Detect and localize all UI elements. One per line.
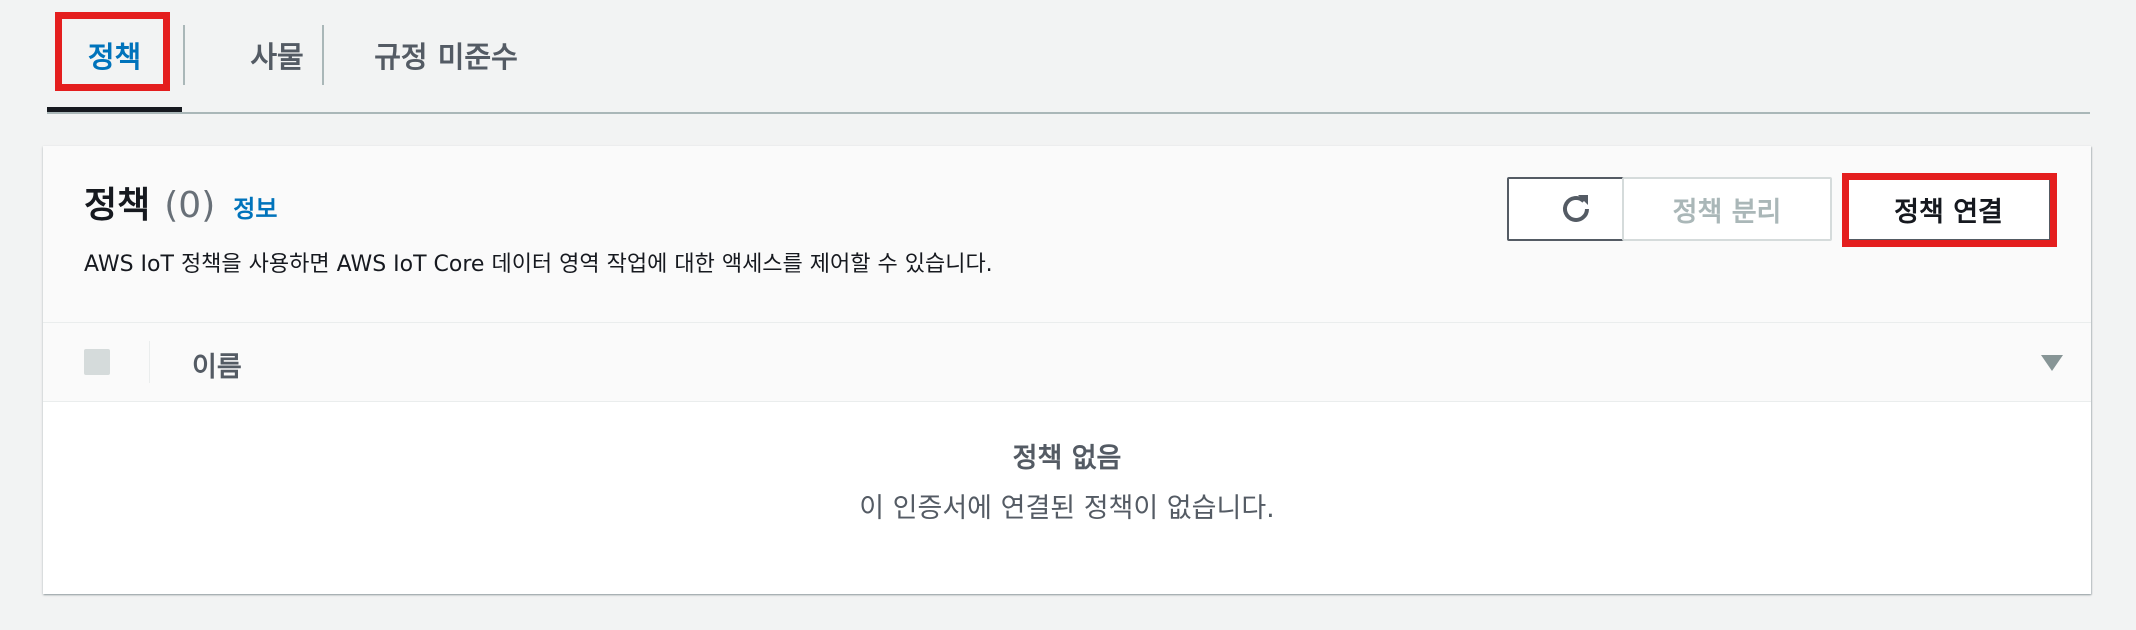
empty-state-title: 정책 없음 xyxy=(1012,443,1122,474)
tab-noncompliance[interactable]: 규정 미준수 xyxy=(324,0,568,110)
attach-policy-button[interactable]: 정책 연결 xyxy=(1846,177,2051,241)
tab-policies-label: 정책 xyxy=(87,40,142,74)
detach-policy-button[interactable]: 정책 분리 xyxy=(1622,177,1832,241)
panel-title-group: 정책 (0) 정보 xyxy=(84,176,277,228)
empty-state-description: 이 인증서에 연결된 정책이 없습니다. xyxy=(859,493,1275,524)
tab-things-label: 사물 xyxy=(250,40,304,74)
info-link[interactable]: 정보 xyxy=(233,189,277,224)
tab-active-indicator xyxy=(47,107,182,112)
tab-bar: 정책 사물 규정 미준수 xyxy=(47,0,2090,114)
column-header-name[interactable]: 이름 xyxy=(192,345,242,384)
panel-description: AWS IoT 정책을 사용하면 AWS IoT Core 데이터 영역 작업에… xyxy=(84,252,993,277)
table-header: 이름 xyxy=(43,323,2091,402)
refresh-icon xyxy=(1563,195,1589,222)
select-all-checkbox[interactable] xyxy=(84,349,110,375)
panel-title: 정책 xyxy=(84,185,151,226)
tab-policies[interactable]: 정책 xyxy=(47,0,182,112)
tab-noncompliance-label: 규정 미준수 xyxy=(374,40,518,74)
column-divider xyxy=(149,341,150,383)
policy-count: (0) xyxy=(164,185,216,226)
policies-panel: 정책 (0) 정보 AWS IoT 정책을 사용하면 AWS IoT Core … xyxy=(43,146,2091,594)
sort-down-icon[interactable] xyxy=(2041,355,2063,371)
panel-header: 정책 (0) 정보 AWS IoT 정책을 사용하면 AWS IoT Core … xyxy=(43,146,2091,323)
